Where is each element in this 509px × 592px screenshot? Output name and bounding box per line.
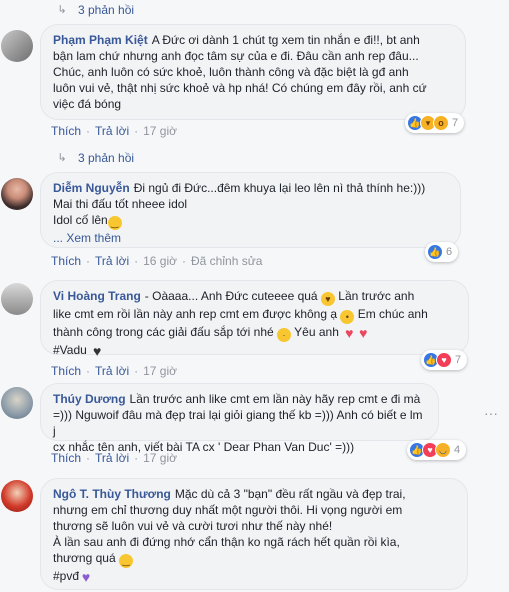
reply-link[interactable]: Trả lời (95, 364, 129, 378)
comment-text: bận lam chứ nhưng anh đọc tâm sự của e đ… (53, 49, 419, 63)
comment-text: Mặc dù cả 3 "bạn" đều rất ngầu và đẹp tr… (174, 487, 406, 501)
reaction-count: 4 (454, 444, 461, 456)
replies-count-label: 3 phản hồi (78, 3, 135, 17)
comment-text: Mai thi đấu tốt nheee idol (53, 197, 188, 211)
reaction-count: 7 (452, 117, 459, 129)
comment-bubble: Diễm Nguyễn Đi ngủ đi Đức...đêm khuya lại… (40, 172, 461, 248)
reply-link[interactable]: Trả lời (95, 124, 129, 138)
black-heart-emoji-icon: ♥ (93, 343, 102, 359)
comment-text: thương sẽ luôn vui vẻ và cười tươi như t… (53, 519, 333, 533)
view-replies-toggle[interactable]: ↳ 3 phản hồi (56, 2, 134, 18)
comment-text: like cmt em rồi lần này anh rep cmt em đ… (53, 307, 338, 321)
comment-text: Chúc, anh luôn có sức khoẻ, luôn thành c… (53, 65, 409, 79)
like-link[interactable]: Thích (51, 451, 81, 465)
sad-reaction-icon: ◡ (435, 442, 451, 458)
see-more-link[interactable]: ... Xem thêm (53, 231, 121, 245)
avatar[interactable] (1, 283, 33, 315)
like-link[interactable]: Thích (51, 254, 81, 268)
comment-text: À lần sau anh đi đứng nhớ cẩn thận ko ng… (53, 535, 400, 549)
comment-text: #Vadu (53, 343, 87, 357)
comment-text: #pvđ (53, 569, 80, 583)
comment-text: Yêu anh (294, 325, 339, 339)
comment-actions: Thích · Trả lời · 17 giờ (51, 451, 177, 465)
comment-text: Lần trước anh like cmt em lần này hãy re… (129, 392, 421, 406)
comment-text: - Oàaaa... Anh Đức cuteeee quá (144, 289, 318, 303)
edited-label[interactable]: Đã chỉnh sửa (191, 254, 262, 268)
avatar[interactable] (1, 30, 33, 62)
reply-arrow-icon: ↳ (57, 152, 67, 164)
comment-text: thương quá (53, 551, 116, 565)
timestamp[interactable]: 17 giờ (143, 364, 177, 378)
like-link[interactable]: Thích (51, 364, 81, 378)
like-link[interactable]: Thích (51, 124, 81, 138)
comment-text: thành công trong các giải đấu sắp tới nh… (53, 325, 274, 339)
reaction-summary[interactable]: 👍 ♥ ◡ 4 (407, 440, 467, 460)
commenter-name[interactable]: Vi Hoàng Trang (53, 289, 141, 303)
reply-arrow-icon: ↳ (57, 4, 67, 16)
comment-text: Lần trước anh (338, 289, 415, 303)
heart-emoji-icon: ♥ (345, 325, 354, 341)
comment-bubble: Vi Hoàng Trang - Oàaaa... Anh Đức cuteeee… (40, 280, 469, 358)
like-reaction-icon: 👍 (427, 244, 443, 260)
comment-actions: Thích · Trả lời · 17 giờ (51, 364, 177, 378)
comment-text: nhưng em chỉ thương duy nhất một người t… (53, 503, 403, 517)
comment-bubble: Ngô T. Thùy Thương Mặc dù cả 3 "bạn" đều … (40, 478, 468, 590)
comment-text: Đi ngủ đi Đức...đêm khuya lại leo lên nì… (133, 181, 426, 195)
comment-bubble: Phạm Phạm Kiệt A Đức ơi dành 1 chút tg xe… (40, 24, 466, 120)
purple-heart-emoji-icon: ♥ (81, 569, 91, 585)
comment-text: luôn vui vẻ, thật nhị sức khoẻ và hp nhá… (53, 81, 427, 95)
kiss-emoji-icon: · (277, 328, 292, 342)
person-emoji-icon: • (340, 310, 355, 324)
avatar[interactable] (1, 387, 33, 419)
heart-emoji-icon: ♥ (359, 325, 368, 341)
reaction-summary[interactable]: 👍 ▾ o 7 (405, 113, 465, 133)
reaction-summary[interactable]: 👍 ♥ 7 (421, 350, 468, 370)
reaction-summary[interactable]: 👍 6 (425, 242, 459, 262)
comment-text: Em chúc anh (357, 307, 428, 321)
commenter-name[interactable]: Ngô T. Thùy Thương (53, 487, 171, 501)
avatar[interactable] (1, 178, 33, 210)
replies-count-label: 3 phản hồi (78, 151, 135, 165)
more-options-icon[interactable]: ··· (481, 406, 501, 422)
commenter-name[interactable]: Thúy Dương (53, 392, 126, 406)
comment-text: Idol cố lên (53, 213, 108, 227)
reply-link[interactable]: Trả lời (95, 451, 129, 465)
comment-actions: Thích · Trả lời · 17 giờ (51, 124, 177, 138)
comment-text: A Đức ơi dành 1 chút tg xem tin nhắn e đ… (151, 33, 420, 47)
smile-emoji-icon: ‿ (107, 216, 122, 230)
laughing-emoji-icon: ‿ (118, 554, 133, 568)
reaction-count: 6 (446, 246, 453, 258)
comment-bubble: Thúy Dương Lần trước anh like cmt em lần … (40, 383, 439, 454)
timestamp[interactable]: 17 giờ (143, 451, 177, 465)
love-reaction-icon: ♥ (436, 352, 452, 368)
comment-text: việc đá bóng (53, 97, 122, 111)
reaction-count: 7 (455, 354, 462, 366)
timestamp[interactable]: 17 giờ (143, 124, 177, 138)
commenter-name[interactable]: Diễm Nguyễn (53, 181, 130, 195)
comment-text: =))) Nguwoif đâu mà đẹp trai lại giỏi gi… (53, 408, 423, 438)
comment-actions: Thích · Trả lời · 16 giờ · Đã chỉnh sửa (51, 254, 263, 268)
reply-link[interactable]: Trả lời (95, 254, 129, 268)
timestamp[interactable]: 16 giờ (143, 254, 177, 268)
heart-eyes-emoji-icon: ♥ (320, 292, 335, 306)
wow-reaction-icon: o (433, 115, 449, 131)
view-replies-toggle[interactable]: ↳ 3 phản hồi (56, 150, 134, 166)
commenter-name[interactable]: Phạm Phạm Kiệt (53, 33, 148, 47)
avatar[interactable] (1, 480, 33, 512)
